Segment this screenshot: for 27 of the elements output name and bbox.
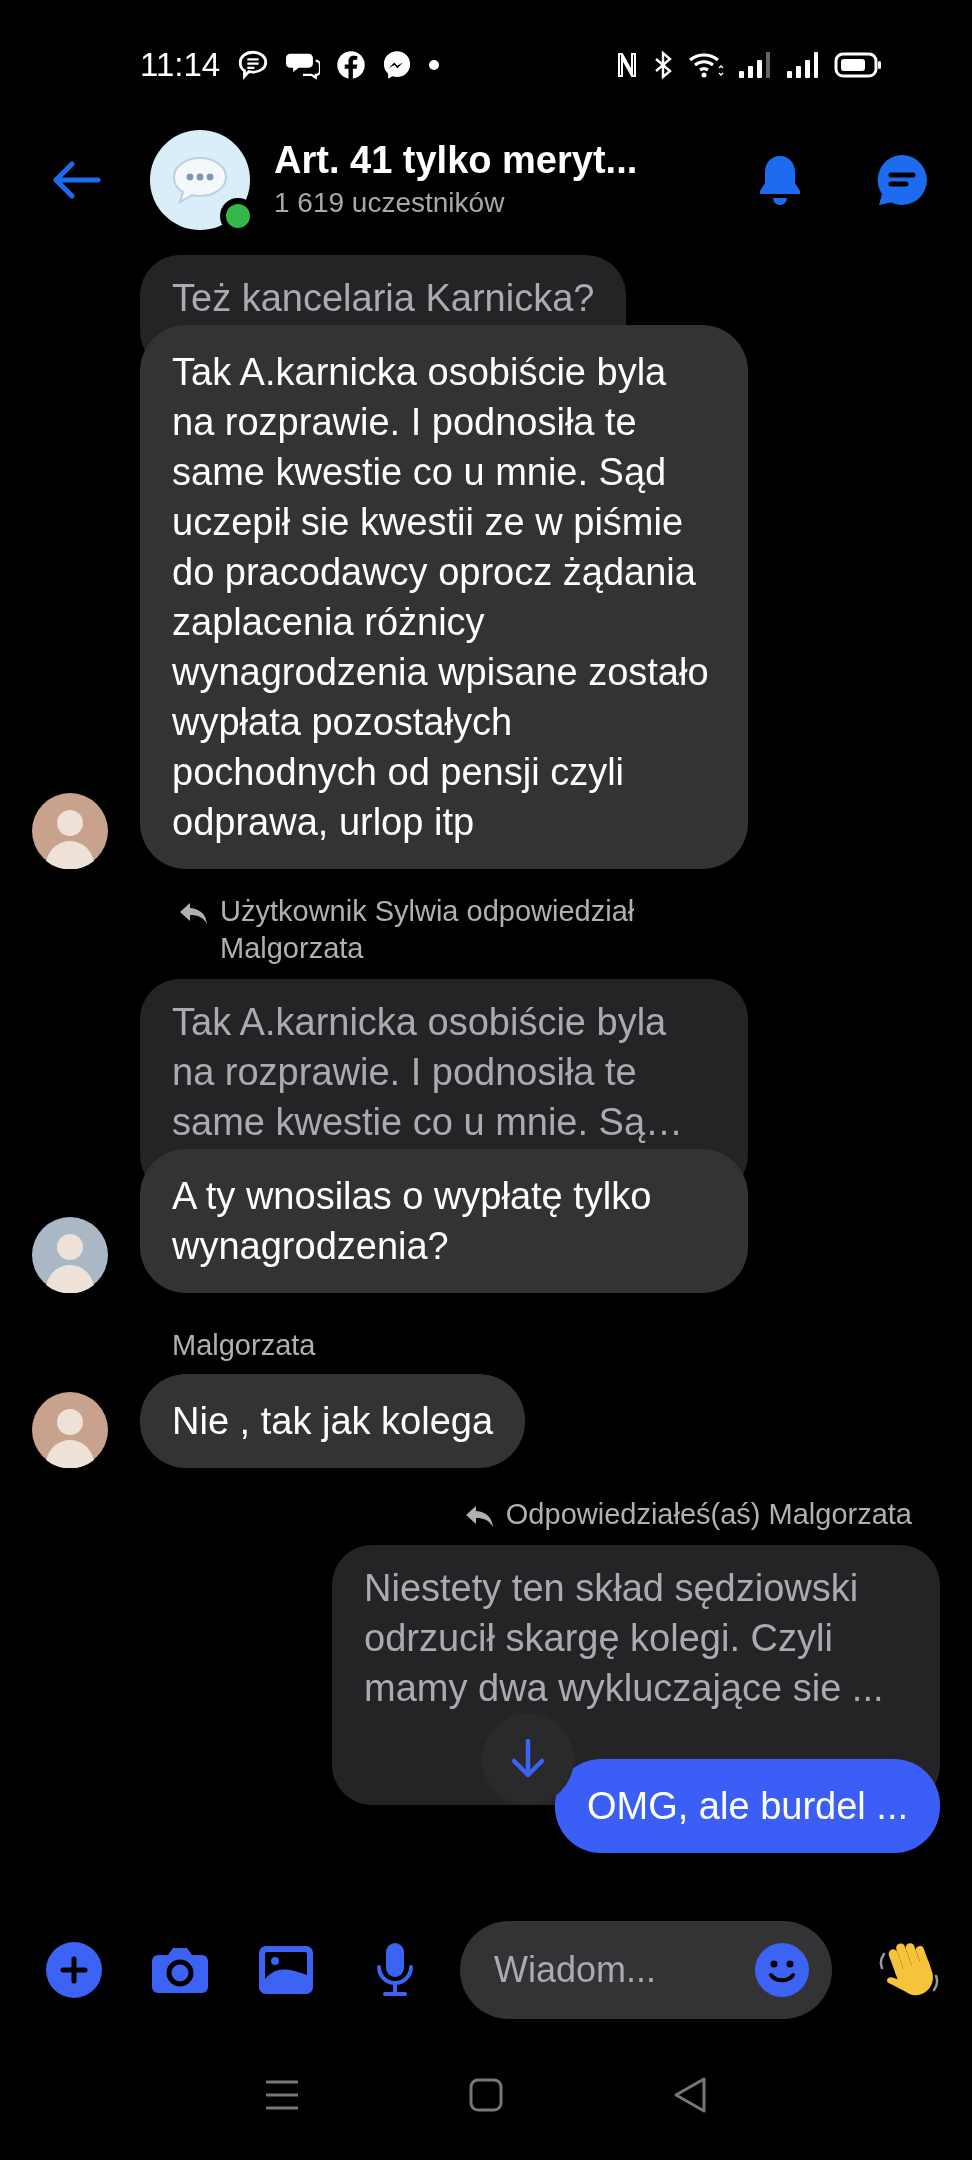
- dot-icon: [428, 59, 441, 71]
- status-time: 11:14: [140, 45, 221, 86]
- signal-icon: [786, 50, 820, 80]
- message-field[interactable]: Wiadom...: [460, 1921, 832, 2019]
- speech-bubble-icon: [170, 154, 230, 206]
- add-button[interactable]: [46, 1942, 102, 1998]
- plus-icon: [59, 1955, 89, 1985]
- reply-note: Odpowiedziałeś(aś) Malgorzata: [505, 1497, 912, 1532]
- message-bubble: A ty wnosilas o wypłatę tylko wynagrodzenia?: [140, 1149, 748, 1293]
- avatar-icon: [32, 1392, 108, 1468]
- message-bubble: Tak A.karnicka osobiście byla na rozprawie. I podnosiła te same kwestie co u mnie. Sąd uczepił sie kwestii ze w piśmie do pracodawcy oprocz żądania zaplacenia różnicy wynagrodzenia wpisane zostało wypłata pozostałych pochodnych od pensji czyli odprawa, urlop itp: [140, 325, 748, 869]
- battery-icon: [834, 51, 882, 79]
- avatar-icon: [32, 1217, 108, 1293]
- sender-name: Malgorzata: [172, 1328, 316, 1363]
- message-bubble: OMG, ale burdel ...: [555, 1759, 940, 1853]
- chat-title: Art. 41 tylko meryt...: [274, 138, 639, 183]
- social-app-icon: [336, 50, 367, 80]
- home-icon[interactable]: [469, 2078, 503, 2112]
- emoji-icon[interactable]: [754, 1942, 810, 1998]
- avatar-icon: [32, 793, 108, 869]
- reply-note: Użytkownik Sylwia odpowiedział Malgorzata: [220, 894, 636, 966]
- message-bubble: Nie , tak jak kolega: [140, 1374, 526, 1468]
- lightning-bubble-icon: [382, 50, 413, 80]
- signal-icon: [738, 50, 772, 80]
- nfc-icon: [616, 50, 638, 80]
- participant-count: 1 619 uczestników: [274, 186, 506, 220]
- menu-icon[interactable]: [264, 2079, 301, 2111]
